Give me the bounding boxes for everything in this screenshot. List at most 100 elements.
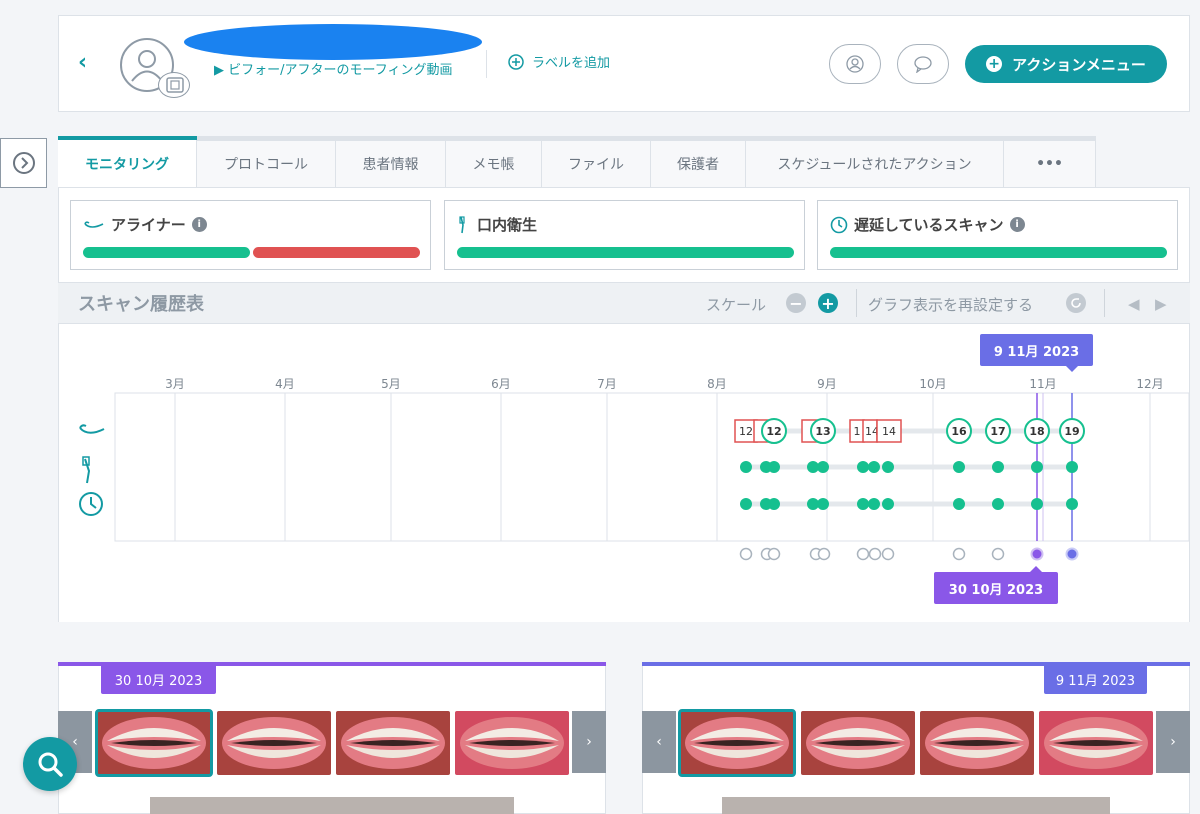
morphing-video-link[interactable]: ▶ ビフォー/アフターのモーフィング動画 — [214, 60, 464, 82]
divider — [1104, 289, 1105, 317]
back-icon[interactable]: ‹ — [78, 52, 94, 74]
aligner-row-icon — [79, 424, 105, 434]
teeth-photo-thumbnail[interactable] — [1039, 711, 1153, 775]
late-scan-dot[interactable] — [768, 498, 780, 510]
reset-graph-label[interactable]: グラフ表示を再設定する — [868, 294, 1033, 315]
hygiene-dot[interactable] — [992, 461, 1004, 473]
photo-scan-marker-selected[interactable] — [1065, 547, 1079, 561]
hygiene-dot[interactable] — [740, 461, 752, 473]
tab-patient-info[interactable]: 患者情報 — [336, 140, 446, 187]
main-photo-preview[interactable] — [150, 797, 514, 814]
teeth-photo-thumbnail[interactable] — [336, 711, 450, 775]
late-scan-dot[interactable] — [740, 498, 752, 510]
month-label: 8月 — [707, 377, 727, 391]
plus-circle-icon — [508, 53, 524, 70]
clock-icon — [830, 216, 848, 233]
right-strip-next[interactable]: › — [1156, 711, 1190, 773]
hygiene-dot[interactable] — [1031, 461, 1043, 473]
scale-label: スケール — [706, 296, 767, 314]
month-label: 11月 — [1029, 377, 1056, 391]
info-icon[interactable]: i — [1009, 217, 1025, 232]
tab-monitoring[interactable]: モニタリング — [58, 140, 197, 187]
left-strip-next[interactable]: › — [572, 711, 606, 773]
aligner-bar-red — [253, 247, 420, 258]
photo-scan-marker[interactable] — [952, 547, 966, 561]
main-photo-preview[interactable] — [722, 797, 1110, 814]
right-strip-prev[interactable]: ‹ — [642, 711, 676, 773]
tab-scheduled-actions[interactable]: スケジュールされたアクション — [746, 140, 1004, 187]
prev-arrow-icon[interactable]: ◀ — [1128, 295, 1140, 313]
photo-scan-marker[interactable] — [991, 547, 1005, 561]
zoom-in-icon[interactable]: + — [818, 293, 838, 313]
right-panel-date: 9 11月 2023 — [1044, 664, 1147, 694]
patient-profile-button[interactable] — [829, 44, 881, 84]
aligner-icon — [84, 220, 104, 228]
chat-bubble-icon — [914, 56, 932, 73]
month-label: 6月 — [491, 377, 511, 391]
chat-button[interactable] — [897, 44, 949, 84]
photo-scan-marker[interactable] — [881, 547, 895, 561]
hygiene-dot[interactable] — [857, 461, 869, 473]
add-label-text: ラベルを追加 — [532, 56, 611, 71]
photo-scan-marker[interactable] — [856, 547, 870, 561]
photo-scan-marker[interactable] — [739, 547, 753, 561]
aligner-number: 12 — [766, 425, 781, 438]
add-label-button[interactable]: ラベルを追加 — [508, 52, 610, 71]
aligner-number: 14 — [882, 425, 896, 438]
teeth-photo-thumbnail[interactable] — [678, 709, 796, 777]
month-label: 7月 — [597, 377, 617, 391]
late-scans-title-text: 遅延しているスキャン — [854, 216, 1004, 234]
month-label: 9月 — [817, 377, 837, 391]
refresh-icon[interactable] — [1066, 293, 1086, 313]
teeth-photo-thumbnail[interactable] — [95, 709, 213, 777]
late-scan-dot[interactable] — [1031, 498, 1043, 510]
tab-protocol[interactable]: プロトコール — [197, 140, 336, 187]
aligner-number: 16 — [951, 425, 967, 438]
hygiene-dot[interactable] — [768, 461, 780, 473]
scan-history-title: スキャン履歴表 — [78, 294, 204, 315]
oral-hygiene-title: 口内衛生 — [457, 214, 537, 235]
late-scan-dot[interactable] — [817, 498, 829, 510]
divider — [486, 50, 487, 78]
info-icon[interactable]: i — [191, 217, 207, 232]
month-label: 4月 — [275, 377, 295, 391]
late-scans-card: 遅延しているスキャン i — [817, 200, 1178, 270]
teeth-photo-thumbnail[interactable] — [455, 711, 569, 775]
late-scan-dot[interactable] — [992, 498, 1004, 510]
late-scans-bar — [830, 247, 1167, 258]
user-circle-icon — [846, 55, 864, 73]
hygiene-dot[interactable] — [1066, 461, 1078, 473]
tab-more[interactable]: ••• — [1004, 140, 1096, 187]
late-scan-dot[interactable] — [857, 498, 869, 510]
photo-scan-marker[interactable] — [868, 547, 882, 561]
aligner-number: 19 — [1064, 425, 1079, 438]
late-scan-dot[interactable] — [882, 498, 894, 510]
photo-scan-marker[interactable] — [817, 547, 831, 561]
tab-notes[interactable]: メモ帳 — [446, 140, 542, 187]
teeth-photo-thumbnail[interactable] — [920, 711, 1034, 775]
month-label: 5月 — [381, 377, 401, 391]
zoom-out-icon[interactable]: − — [786, 293, 806, 313]
action-menu-button[interactable]: + アクションメニュー — [965, 45, 1167, 83]
month-label: 10月 — [919, 377, 946, 391]
tab-files[interactable]: ファイル — [542, 140, 651, 187]
month-label: 12月 — [1136, 377, 1163, 391]
sidebar-toggle[interactable] — [0, 138, 47, 188]
hygiene-dot[interactable] — [868, 461, 880, 473]
hygiene-dot[interactable] — [817, 461, 829, 473]
oral-hygiene-bar — [457, 247, 794, 258]
late-scans-title: 遅延しているスキャン i — [830, 214, 1025, 235]
photo-scan-marker-selected[interactable] — [1030, 547, 1044, 561]
aligner-number: 1 — [854, 425, 861, 438]
late-scan-dot[interactable] — [868, 498, 880, 510]
hygiene-dot[interactable] — [882, 461, 894, 473]
tab-guardian[interactable]: 保護者 — [651, 140, 746, 187]
late-scan-dot[interactable] — [953, 498, 965, 510]
teeth-photo-thumbnail[interactable] — [217, 711, 331, 775]
teeth-photo-thumbnail[interactable] — [801, 711, 915, 775]
search-button[interactable] — [23, 737, 77, 791]
photo-scan-marker[interactable] — [767, 547, 781, 561]
next-arrow-icon[interactable]: ▶ — [1155, 295, 1167, 313]
late-scan-dot[interactable] — [1066, 498, 1078, 510]
hygiene-dot[interactable] — [953, 461, 965, 473]
